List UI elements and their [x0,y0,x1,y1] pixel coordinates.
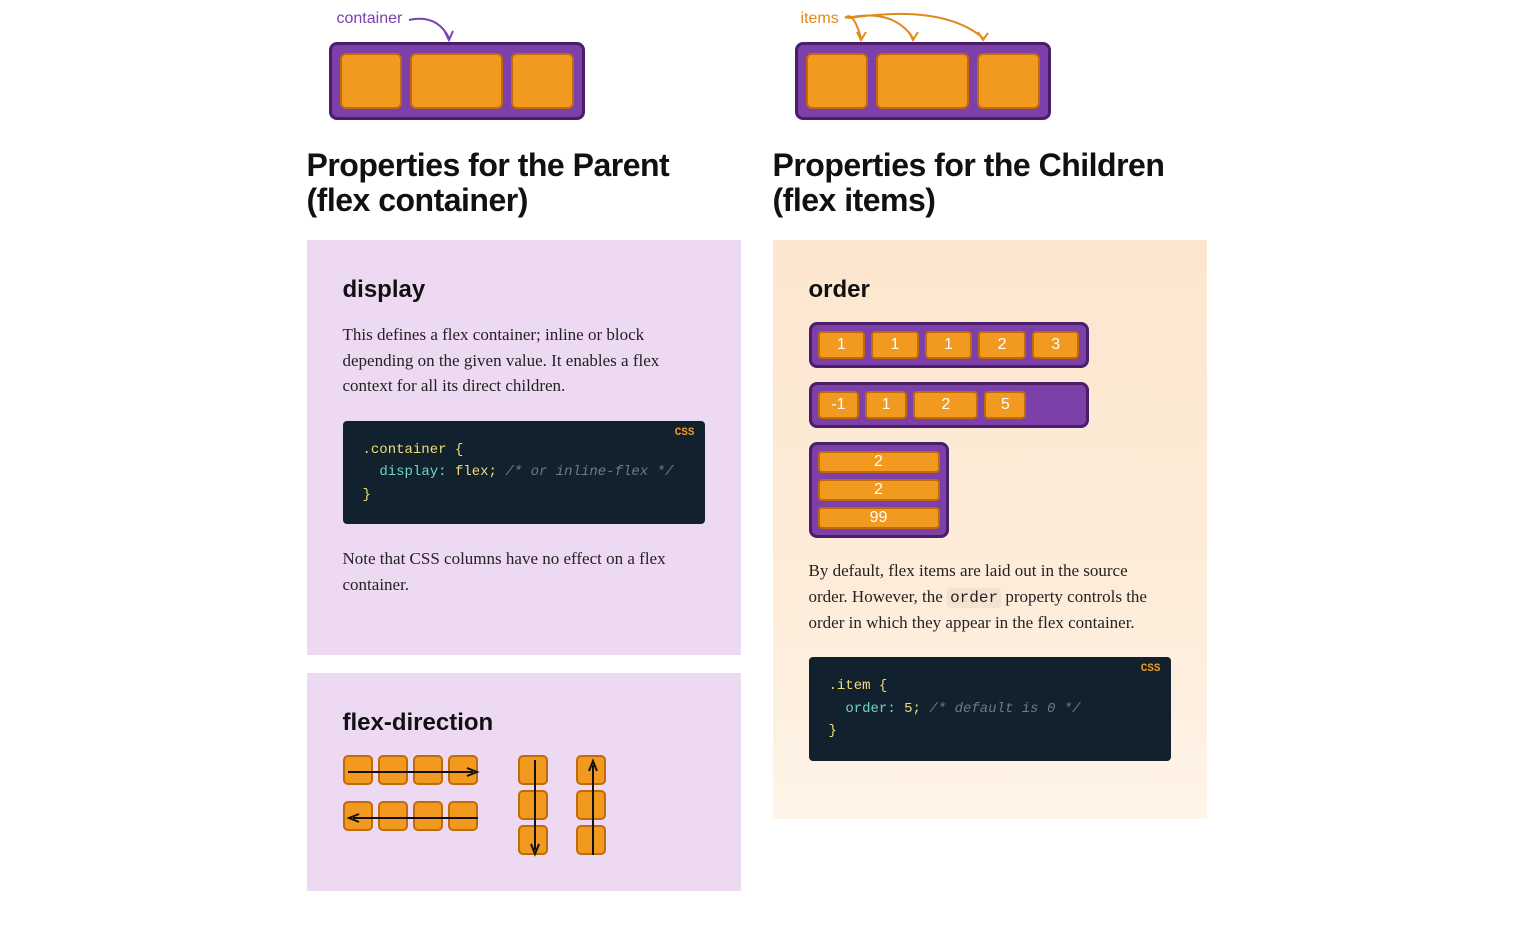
display-heading: display [343,276,705,304]
order-gap [1032,391,1079,419]
diagram-cell [343,755,373,785]
code-token: display: [379,464,446,480]
order-cell: 1 [818,331,866,359]
order-code-block: CSS .item { order: 5; /* default is 0 */… [809,657,1171,760]
diagram-cell [518,755,548,785]
order-cell: -1 [818,391,860,419]
diagram-cell [413,755,443,785]
diagram-cell [518,790,548,820]
arrow-icon [843,12,993,46]
order-cell: 1 [925,331,973,359]
code-lang-badge: CSS [675,425,695,443]
fd-row-ltr [343,755,478,785]
container-label: container [337,10,403,28]
order-cell: 5 [984,391,1026,419]
code-token: 5; [904,701,921,717]
diagram-cell [576,755,606,785]
order-cell: 99 [818,507,940,529]
title-line: (flex items) [773,182,936,218]
inline-code: order [947,588,1001,608]
order-description: By default, flex items are laid out in t… [809,558,1171,635]
parent-column: container Properties for the Parent (fle… [307,10,741,909]
order-heading: order [809,276,1171,304]
diagram-cell [413,801,443,831]
diagram-cell [448,801,478,831]
order-cell: 1 [871,331,919,359]
order-cell: 1 [865,391,907,419]
code-lang-badge: CSS [1141,661,1161,679]
code-token: .item { [829,678,888,694]
flex-direction-card: flex-direction [307,673,741,891]
diagram-cell [378,755,408,785]
order-cell: 3 [1032,331,1080,359]
order-col: 2 2 99 [809,442,949,538]
parent-section-title: Properties for the Parent (flex containe… [307,148,741,218]
order-row-1: 1 1 1 2 3 [809,322,1089,368]
diagram-cell [876,53,968,109]
diagram-cell [806,53,869,109]
diagram-cell [518,825,548,855]
diagram-cell [410,53,502,109]
items-label: items [801,10,839,28]
fd-rows-group [343,755,478,855]
items-illustration: items [773,10,1207,130]
order-row-2: -1 1 2 5 [809,382,1089,428]
title-line: Properties for the Children [773,147,1165,183]
diagram-cell [340,53,403,109]
diagram-cell [977,53,1040,109]
diagram-cell [448,755,478,785]
order-illustration: 1 1 1 2 3 -1 1 2 5 2 2 99 [809,322,1171,538]
order-cell: 2 [818,479,940,501]
title-line: Properties for the Parent [307,147,670,183]
code-token: flex; [455,464,497,480]
diagram-cell [378,801,408,831]
children-section-title: Properties for the Children (flex items) [773,148,1207,218]
diagram-cell [511,53,574,109]
fd-col-down [518,755,548,855]
order-cell: 2 [818,451,940,473]
display-description: This defines a flex container; inline or… [343,322,705,399]
flex-direction-heading: flex-direction [343,709,705,737]
order-cell: 2 [978,331,1026,359]
code-token: order: [845,701,895,717]
fd-cols-group [518,755,606,855]
display-code-block: CSS .container { display: flex; /* or in… [343,421,705,524]
fd-row-rtl [343,801,478,831]
container-illustration: container [307,10,741,130]
order-card: order 1 1 1 2 3 -1 1 2 5 2 [773,240,1207,818]
diagram-cell [343,801,373,831]
code-token: } [363,487,371,503]
flex-direction-illustration [343,755,705,855]
fd-col-up [576,755,606,855]
display-note: Note that CSS columns have no effect on … [343,546,705,597]
flex-items-diagram [795,42,1051,120]
code-token: /* or inline-flex */ [505,464,673,480]
flex-container-diagram [329,42,585,120]
order-cell: 2 [913,391,978,419]
code-token: /* default is 0 */ [929,701,1080,717]
display-card: display This defines a flex container; i… [307,240,741,655]
diagram-cell [576,825,606,855]
diagram-cell [576,790,606,820]
code-token: } [829,723,837,739]
title-line: (flex container) [307,182,528,218]
code-token: .container { [363,442,464,458]
children-column: items Properties for the Children (flex … [773,10,1207,909]
